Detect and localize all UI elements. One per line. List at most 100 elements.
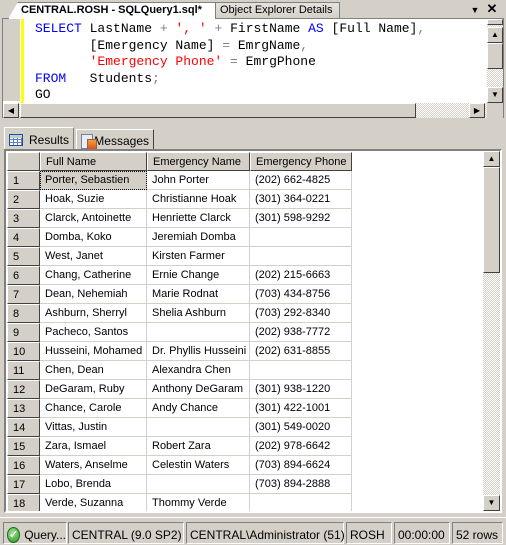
- row-number[interactable]: 9: [7, 323, 40, 342]
- editor-scroll-down-button[interactable]: ▼: [487, 87, 503, 103]
- cell-emergency-phone[interactable]: (301) 549-0020: [250, 418, 352, 437]
- row-number[interactable]: 3: [7, 209, 40, 228]
- grid-scroll-down-button[interactable]: ▼: [483, 495, 500, 511]
- row-number[interactable]: 11: [7, 361, 40, 380]
- corner-header[interactable]: [7, 152, 40, 171]
- table-row[interactable]: 18 Verde, Suzanna Thommy Verde: [7, 494, 352, 511]
- table-row[interactable]: 4 Domba, Koko Jeremiah Domba: [7, 228, 352, 247]
- editor-hscroll-thumb[interactable]: [20, 103, 416, 118]
- cell-emergency-phone[interactable]: (202) 978-6642: [250, 437, 352, 456]
- editor-vertical-scrollbar[interactable]: ▲ ▼: [487, 19, 503, 103]
- row-number[interactable]: 14: [7, 418, 40, 437]
- row-number[interactable]: 16: [7, 456, 40, 475]
- row-number[interactable]: 13: [7, 399, 40, 418]
- editor-scroll-right-button[interactable]: ▶: [469, 103, 485, 118]
- tab-list-dropdown-icon[interactable]: ▼: [470, 5, 480, 15]
- cell-full-name[interactable]: Dean, Nehemiah: [40, 285, 147, 304]
- results-grid[interactable]: Full Name Emergency Name Emergency Phone…: [4, 149, 502, 513]
- cell-full-name[interactable]: Hoak, Suzie: [40, 190, 147, 209]
- tab-results[interactable]: Results: [4, 127, 74, 149]
- row-number[interactable]: 8: [7, 304, 40, 323]
- code-line[interactable]: 'Emergency Phone' = EmrgPhone: [35, 54, 425, 71]
- table-row[interactable]: 15 Zara, Ismael Robert Zara (202) 978-6642: [7, 437, 352, 456]
- cell-full-name[interactable]: Chance, Carole: [40, 399, 147, 418]
- cell-emergency-phone[interactable]: (301) 422-1001: [250, 399, 352, 418]
- table-row[interactable]: 1 Porter, Sebastien John Porter (202) 662-4…: [7, 171, 352, 190]
- table-row[interactable]: 5 West, Janet Kirsten Farmer: [7, 247, 352, 266]
- row-number[interactable]: 15: [7, 437, 40, 456]
- cell-emergency-phone[interactable]: (202) 938-7772: [250, 323, 352, 342]
- cell-emergency-name[interactable]: Marie Rodnat: [147, 285, 250, 304]
- cell-emergency-phone[interactable]: (301) 364-0221: [250, 190, 352, 209]
- table-row[interactable]: 8 Ashburn, Sherryl Shelia Ashburn (703) 292…: [7, 304, 352, 323]
- cell-emergency-phone[interactable]: [250, 494, 352, 511]
- table-row[interactable]: 6 Chang, Catherine Ernie Change (202) 215-6…: [7, 266, 352, 285]
- cell-full-name[interactable]: Porter, Sebastien: [40, 171, 147, 190]
- table-row[interactable]: 17 Lobo, Brenda (703) 894-2888: [7, 475, 352, 494]
- table-row[interactable]: 16 Waters, Anselme Celestin Waters (703) 89…: [7, 456, 352, 475]
- code-line[interactable]: FROM Students;: [35, 71, 425, 88]
- cell-full-name[interactable]: Verde, Suzanna: [40, 494, 147, 511]
- cell-full-name[interactable]: Zara, Ismael: [40, 437, 147, 456]
- cell-emergency-name[interactable]: [147, 475, 250, 494]
- row-number[interactable]: 1: [7, 171, 40, 190]
- grid-vscroll-thumb[interactable]: [483, 167, 500, 273]
- cell-full-name[interactable]: DeGaram, Ruby: [40, 380, 147, 399]
- cell-emergency-phone[interactable]: (703) 292-8340: [250, 304, 352, 323]
- cell-full-name[interactable]: Lobo, Brenda: [40, 475, 147, 494]
- column-header-emergency-name[interactable]: Emergency Name: [147, 152, 250, 171]
- editor-vscroll-thumb[interactable]: [487, 43, 503, 69]
- cell-emergency-name[interactable]: Anthony DeGaram: [147, 380, 250, 399]
- cell-full-name[interactable]: Chen, Dean: [40, 361, 147, 380]
- cell-emergency-phone[interactable]: [250, 228, 352, 247]
- editor-horizontal-scrollbar[interactable]: ◀ ▶: [3, 103, 487, 118]
- table-row[interactable]: 9 Pacheco, Santos (202) 938-7772: [7, 323, 352, 342]
- code-line[interactable]: GO: [35, 87, 425, 104]
- row-number[interactable]: 12: [7, 380, 40, 399]
- table-row[interactable]: 12 DeGaram, Ruby Anthony DeGaram (301) 938-…: [7, 380, 352, 399]
- cell-full-name[interactable]: Clarck, Antoinette: [40, 209, 147, 228]
- table-row[interactable]: 11 Chen, Dean Alexandra Chen: [7, 361, 352, 380]
- cell-emergency-name[interactable]: John Porter: [147, 171, 250, 190]
- cell-emergency-name[interactable]: Thommy Verde: [147, 494, 250, 511]
- table-row[interactable]: 10 Husseini, Mohamed Dr. Phyllis Husseini(…: [7, 342, 352, 361]
- tab-messages[interactable]: Messages: [76, 129, 154, 150]
- cell-emergency-name[interactable]: Kirsten Farmer: [147, 247, 250, 266]
- editor-split-handle[interactable]: [487, 19, 503, 25]
- cell-full-name[interactable]: Husseini, Mohamed: [40, 342, 147, 361]
- tab-sqlquery1[interactable]: CENTRAL.ROSH - SQLQuery1.sql*: [8, 2, 216, 19]
- cell-emergency-name[interactable]: Ernie Change: [147, 266, 250, 285]
- cell-full-name[interactable]: Pacheco, Santos: [40, 323, 147, 342]
- cell-emergency-name[interactable]: Shelia Ashburn: [147, 304, 250, 323]
- table-row[interactable]: 13 Chance, Carole Andy Chance (301) 422-100…: [7, 399, 352, 418]
- code-line[interactable]: [Emergency Name] = EmrgName,: [35, 38, 425, 55]
- row-number[interactable]: 2: [7, 190, 40, 209]
- cell-full-name[interactable]: Chang, Catherine: [40, 266, 147, 285]
- close-tab-icon[interactable]: ✕: [486, 2, 498, 16]
- table-row[interactable]: 3 Clarck, Antoinette Henriette Clarck (301)…: [7, 209, 352, 228]
- table-row[interactable]: 2 Hoak, Suzie Christianne Hoak (301) 364-02…: [7, 190, 352, 209]
- cell-emergency-phone[interactable]: (202) 631-8855: [250, 342, 352, 361]
- cell-emergency-name[interactable]: [147, 323, 250, 342]
- cell-emergency-name[interactable]: Henriette Clarck: [147, 209, 250, 228]
- cell-emergency-phone[interactable]: (703) 894-6624: [250, 456, 352, 475]
- cell-emergency-phone[interactable]: (301) 938-1220: [250, 380, 352, 399]
- column-header-emergency-phone[interactable]: Emergency Phone: [250, 152, 352, 171]
- cell-full-name[interactable]: West, Janet: [40, 247, 147, 266]
- cell-emergency-name[interactable]: Jeremiah Domba: [147, 228, 250, 247]
- row-number[interactable]: 17: [7, 475, 40, 494]
- editor-scroll-left-button[interactable]: ◀: [3, 103, 19, 118]
- cell-emergency-phone[interactable]: (202) 215-6663: [250, 266, 352, 285]
- cell-emergency-name[interactable]: Robert Zara: [147, 437, 250, 456]
- cell-emergency-name[interactable]: Celestin Waters: [147, 456, 250, 475]
- code-line[interactable]: SELECT LastName + ', ' + FirstName AS [F…: [35, 21, 425, 38]
- column-header-full-name[interactable]: Full Name: [40, 152, 147, 171]
- cell-emergency-name[interactable]: Dr. Phyllis Husseini: [147, 342, 250, 361]
- sql-code[interactable]: SELECT LastName + ', ' + FirstName AS [F…: [35, 21, 425, 104]
- cell-emergency-phone[interactable]: (703) 894-2888: [250, 475, 352, 494]
- row-number[interactable]: 18: [7, 494, 40, 511]
- cell-emergency-name[interactable]: Alexandra Chen: [147, 361, 250, 380]
- cell-emergency-name[interactable]: Christianne Hoak: [147, 190, 250, 209]
- cell-emergency-name[interactable]: [147, 418, 250, 437]
- cell-emergency-phone[interactable]: (703) 434-8756: [250, 285, 352, 304]
